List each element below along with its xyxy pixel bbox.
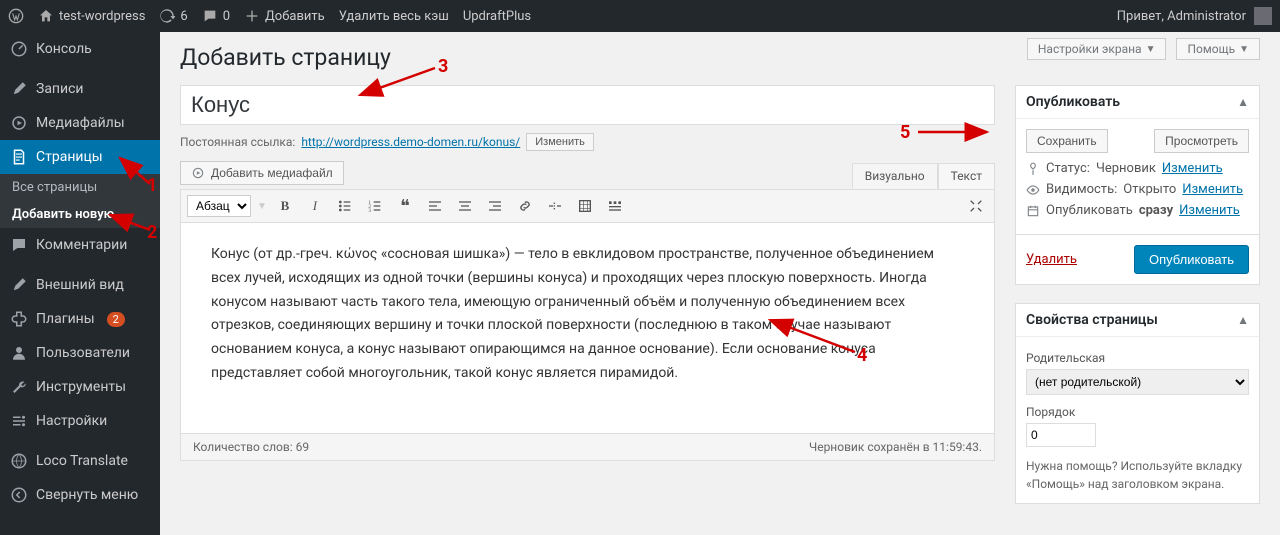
editor-body[interactable]: Конус (от др.-греч. κώνος «сосновая шишк… — [181, 223, 994, 433]
svg-text:3: 3 — [368, 208, 371, 214]
add-new-label: Добавить — [265, 9, 325, 24]
help-button[interactable]: Помощь▼ — [1176, 38, 1260, 60]
order-input[interactable] — [1026, 423, 1096, 447]
link-button[interactable] — [513, 194, 537, 218]
plugins-badge: 2 — [107, 312, 125, 327]
submenu-add-page[interactable]: Добавить новую — [0, 201, 160, 228]
menu-loco[interactable]: Loco Translate — [0, 444, 160, 478]
wp-logo[interactable] — [8, 8, 24, 24]
publish-button[interactable]: Опубликовать — [1134, 245, 1249, 274]
page-attributes-box: Свойства страницы ▲ Родительская (нет род… — [1015, 303, 1260, 504]
attrs-title: Свойства страницы — [1026, 312, 1158, 328]
visibility-edit-link[interactable]: Изменить — [1182, 182, 1243, 197]
admin-bar: test-wordpress 6 0 Добавить Удалить весь… — [0, 0, 1280, 32]
comments-link[interactable]: 0 — [202, 8, 230, 24]
clear-cache-link[interactable]: Удалить весь кэш — [339, 9, 449, 24]
menu-media[interactable]: Медиафайлы — [0, 106, 160, 140]
bold-button[interactable]: B — [273, 194, 297, 218]
caret-down-icon: ▼ — [1146, 44, 1156, 55]
more-button[interactable] — [543, 194, 567, 218]
submenu-all-pages[interactable]: Все страницы — [0, 174, 160, 201]
align-right-button[interactable] — [483, 194, 507, 218]
menu-appearance[interactable]: Внешний вид — [0, 268, 160, 302]
menu-comments[interactable]: Комментарии — [0, 228, 160, 262]
preview-button[interactable]: Просмотреть — [1154, 129, 1249, 153]
permalink-row: Постоянная ссылка: http://wordpress.demo… — [180, 133, 995, 151]
permalink-label: Постоянная ссылка: — [180, 135, 295, 149]
publish-title: Опубликовать — [1026, 94, 1120, 110]
tab-text[interactable]: Текст — [938, 163, 995, 189]
align-left-button[interactable] — [423, 194, 447, 218]
blockquote-button[interactable]: ❝ — [393, 194, 417, 218]
pin-icon — [1026, 162, 1040, 176]
menu-pages[interactable]: Страницы — [0, 140, 160, 174]
table-button[interactable] — [573, 194, 597, 218]
status-edit-link[interactable]: Изменить — [1162, 161, 1223, 176]
italic-button[interactable]: I — [303, 194, 327, 218]
toggle-icon[interactable]: ▲ — [1237, 313, 1249, 327]
parent-label: Родительская — [1026, 351, 1249, 365]
toggle-icon[interactable]: ▲ — [1237, 95, 1249, 109]
updates-link[interactable]: 6 — [159, 8, 187, 24]
calendar-icon — [1026, 204, 1040, 218]
site-name-label: test-wordpress — [59, 9, 145, 24]
caret-down-icon: ▼ — [1239, 44, 1249, 55]
eye-icon — [1026, 183, 1040, 197]
distraction-free-button[interactable] — [964, 194, 988, 218]
add-media-button[interactable]: Добавить медиафайл — [180, 161, 344, 185]
publish-box: Опубликовать▲ Сохранить Просмотреть Стат… — [1015, 85, 1260, 285]
title-input[interactable] — [180, 85, 995, 125]
draft-saved-status: Черновик сохранён в 11:59:43. — [809, 440, 982, 454]
editor-toolbar: Абзац ▼ B I 123 ❝ — [181, 190, 994, 223]
updates-count: 6 — [180, 9, 187, 24]
admin-menu: Консоль Записи Медиафайлы Страницы Все с… — [0, 32, 160, 535]
howdy-link[interactable]: Привет, Administrator — [1117, 9, 1246, 24]
menu-settings[interactable]: Настройки — [0, 404, 160, 438]
menu-tools[interactable]: Инструменты — [0, 370, 160, 404]
updraft-link[interactable]: UpdraftPlus — [463, 9, 531, 24]
number-list-button[interactable]: 123 — [363, 194, 387, 218]
editor: Абзац ▼ B I 123 ❝ — [180, 189, 995, 461]
menu-posts[interactable]: Записи — [0, 72, 160, 106]
permalink-edit-button[interactable]: Изменить — [526, 133, 594, 151]
tab-visual[interactable]: Визуально — [852, 163, 938, 189]
avatar[interactable] — [1254, 7, 1272, 25]
toolbar-toggle-button[interactable] — [603, 194, 627, 218]
submenu-pages: Все страницы Добавить новую — [0, 174, 160, 228]
bullet-list-button[interactable] — [333, 194, 357, 218]
format-select[interactable]: Абзац — [187, 195, 251, 217]
delete-link[interactable]: Удалить — [1026, 252, 1077, 267]
menu-dashboard[interactable]: Консоль — [0, 32, 160, 66]
screen-options-button[interactable]: Настройки экрана▼ — [1027, 38, 1167, 60]
menu-plugins[interactable]: Плагины2 — [0, 302, 160, 336]
content-area: Настройки экрана▼ Помощь▼ Добавить стран… — [160, 32, 1280, 535]
permalink-url[interactable]: http://wordpress.demo-domen.ru/konus/ — [301, 135, 520, 149]
save-draft-button[interactable]: Сохранить — [1026, 129, 1108, 153]
schedule-edit-link[interactable]: Изменить — [1179, 203, 1240, 218]
menu-users[interactable]: Пользователи — [0, 336, 160, 370]
add-new-link[interactable]: Добавить — [244, 8, 325, 24]
align-center-button[interactable] — [453, 194, 477, 218]
order-label: Порядок — [1026, 405, 1249, 419]
site-name-link[interactable]: test-wordpress — [38, 8, 145, 24]
parent-select[interactable]: (нет родительской) — [1026, 369, 1249, 395]
wordcount: Количество слов: 69 — [193, 440, 309, 454]
attrs-help: Нужна помощь? Используйте вкладку «Помощ… — [1026, 457, 1249, 493]
comments-count: 0 — [223, 9, 230, 24]
menu-collapse[interactable]: Свернуть меню — [0, 478, 160, 512]
